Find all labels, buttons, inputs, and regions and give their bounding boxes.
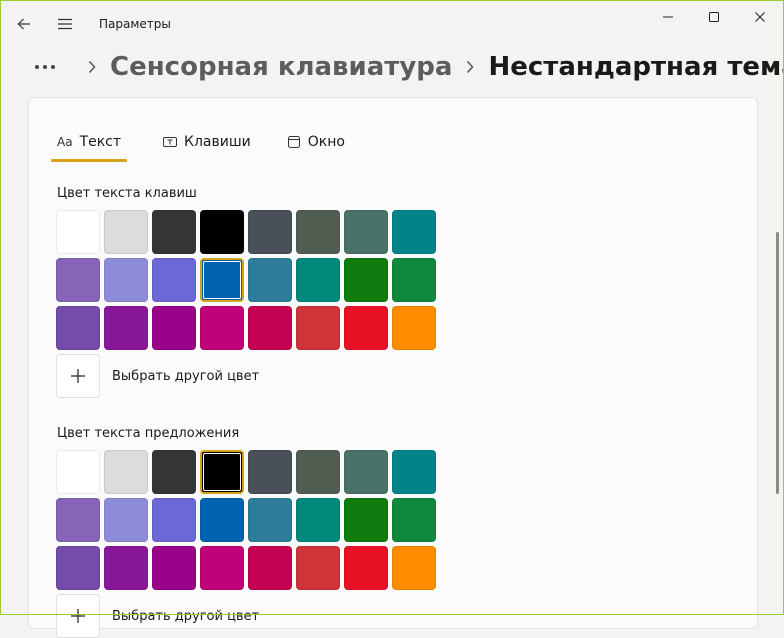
back-button[interactable] bbox=[6, 8, 42, 40]
color-swatch[interactable] bbox=[200, 210, 244, 254]
minimize-button[interactable] bbox=[645, 0, 691, 34]
minimize-icon bbox=[663, 16, 673, 18]
color-swatch[interactable] bbox=[56, 546, 100, 590]
maximize-icon bbox=[709, 12, 719, 22]
tab-text[interactable]: Aa Текст bbox=[51, 128, 128, 162]
color-swatch[interactable] bbox=[104, 258, 148, 302]
color-swatch[interactable] bbox=[344, 210, 388, 254]
color-swatch[interactable] bbox=[56, 258, 100, 302]
color-swatch[interactable] bbox=[392, 210, 436, 254]
color-swatch[interactable] bbox=[296, 498, 340, 542]
color-swatch[interactable] bbox=[104, 450, 148, 494]
color-swatch[interactable] bbox=[152, 306, 196, 350]
hamburger-icon bbox=[58, 18, 72, 30]
breadcrumb-more-button[interactable] bbox=[32, 52, 58, 82]
tab-label: Клавиши bbox=[184, 134, 251, 150]
keyboard-key-icon bbox=[163, 136, 178, 148]
color-swatch[interactable] bbox=[152, 258, 196, 302]
plus-icon bbox=[56, 594, 100, 638]
more-dots-icon bbox=[35, 65, 55, 69]
color-swatch[interactable] bbox=[104, 210, 148, 254]
color-grid-key-text bbox=[56, 210, 436, 350]
back-arrow-icon bbox=[17, 18, 30, 30]
color-swatch[interactable] bbox=[56, 498, 100, 542]
title-bar: Параметры bbox=[0, 0, 784, 48]
color-swatch[interactable] bbox=[296, 306, 340, 350]
color-swatch[interactable] bbox=[152, 498, 196, 542]
breadcrumb-parent-link[interactable]: Сенсорная клавиатура bbox=[110, 52, 452, 82]
tab-keys[interactable]: Клавиши bbox=[163, 128, 251, 156]
color-swatch[interactable] bbox=[248, 546, 292, 590]
color-swatch[interactable] bbox=[104, 306, 148, 350]
color-swatch[interactable] bbox=[248, 210, 292, 254]
chevron-right-icon bbox=[88, 60, 96, 74]
close-icon bbox=[755, 12, 765, 22]
theme-editor-card: Aa Текст Клавиши Окно Цвет текста клавиш… bbox=[28, 97, 758, 638]
color-swatch[interactable] bbox=[200, 498, 244, 542]
color-swatch[interactable] bbox=[152, 450, 196, 494]
color-swatch[interactable] bbox=[248, 258, 292, 302]
color-swatch[interactable] bbox=[152, 210, 196, 254]
page-title: Нестандартная тема bbox=[488, 52, 784, 82]
color-swatch[interactable] bbox=[56, 306, 100, 350]
color-swatch[interactable] bbox=[152, 546, 196, 590]
color-swatch[interactable] bbox=[200, 546, 244, 590]
color-swatch[interactable] bbox=[344, 546, 388, 590]
choose-other-color-button[interactable]: Выбрать другой цвет bbox=[56, 354, 259, 398]
color-swatch[interactable] bbox=[392, 306, 436, 350]
color-swatch[interactable] bbox=[296, 258, 340, 302]
color-swatch[interactable] bbox=[200, 306, 244, 350]
window-icon bbox=[287, 135, 301, 149]
color-swatch[interactable] bbox=[344, 450, 388, 494]
color-swatch[interactable] bbox=[200, 258, 244, 302]
color-swatch[interactable] bbox=[200, 450, 244, 494]
color-swatch[interactable] bbox=[296, 546, 340, 590]
color-swatch[interactable] bbox=[392, 450, 436, 494]
tab-window[interactable]: Окно bbox=[287, 128, 345, 156]
color-swatch[interactable] bbox=[248, 450, 292, 494]
color-swatch[interactable] bbox=[296, 210, 340, 254]
color-swatch[interactable] bbox=[104, 498, 148, 542]
app-title: Параметры bbox=[99, 17, 171, 31]
navigation-menu-button[interactable] bbox=[47, 8, 83, 40]
choose-other-color-label: Выбрать другой цвет bbox=[112, 368, 260, 384]
color-grid-suggestion-text bbox=[56, 450, 436, 590]
color-swatch[interactable] bbox=[248, 306, 292, 350]
color-swatch[interactable] bbox=[56, 210, 100, 254]
tab-label: Окно bbox=[307, 134, 345, 150]
color-swatch[interactable] bbox=[344, 258, 388, 302]
close-button[interactable] bbox=[737, 0, 783, 34]
section-label-key-text-color: Цвет текста клавиш bbox=[57, 186, 197, 201]
choose-other-color-label: Выбрать другой цвет bbox=[112, 608, 260, 624]
color-swatch[interactable] bbox=[392, 258, 436, 302]
color-swatch[interactable] bbox=[104, 546, 148, 590]
color-swatch[interactable] bbox=[344, 498, 388, 542]
color-swatch[interactable] bbox=[392, 546, 436, 590]
section-label-suggestion-text-color: Цвет текста предложения bbox=[57, 426, 240, 441]
text-format-icon: Aa bbox=[57, 135, 73, 149]
maximize-button[interactable] bbox=[691, 0, 737, 34]
color-swatch[interactable] bbox=[392, 498, 436, 542]
color-swatch[interactable] bbox=[296, 450, 340, 494]
color-swatch[interactable] bbox=[248, 498, 292, 542]
tab-label: Текст bbox=[79, 134, 122, 150]
chevron-right-icon bbox=[466, 60, 475, 74]
color-swatch[interactable] bbox=[344, 306, 388, 350]
choose-other-color-button[interactable]: Выбрать другой цвет bbox=[56, 594, 259, 638]
vertical-scrollbar[interactable] bbox=[776, 232, 779, 494]
color-swatch[interactable] bbox=[56, 450, 100, 494]
breadcrumb: Сенсорная клавиатура Нестандартная тема bbox=[32, 48, 784, 86]
plus-icon bbox=[56, 354, 100, 398]
tab-bar: Aa Текст Клавиши Окно bbox=[51, 128, 381, 164]
